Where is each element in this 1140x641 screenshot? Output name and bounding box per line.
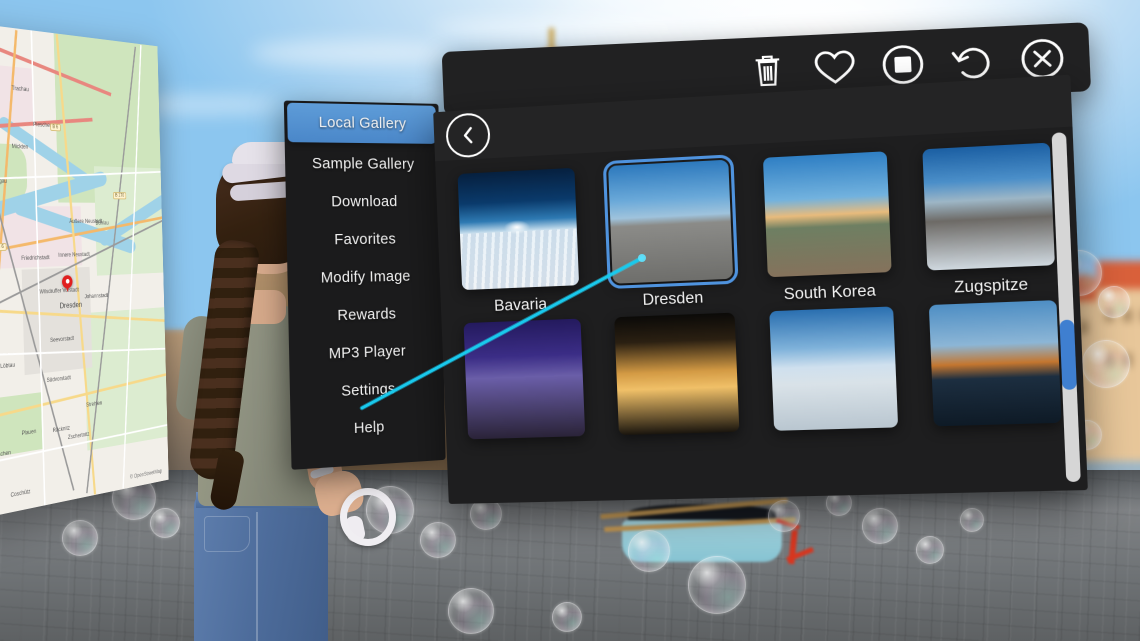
gallery-thumbnail-item[interactable] <box>922 300 1067 427</box>
thumbnail-grid: Bavaria Dresden South Korea Zugspitze <box>452 142 1068 440</box>
thumbnail-image[interactable] <box>921 142 1055 271</box>
thumbnail-caption: Zugspitze <box>953 275 1029 297</box>
thumbnail-overlay <box>769 306 898 430</box>
map-road-shield: B 170 <box>112 192 127 200</box>
thumbnail-caption: Dresden <box>642 289 704 310</box>
sidebar-item-favorites[interactable]: Favorites <box>286 220 441 259</box>
thumbnail-overlay <box>922 143 1055 271</box>
soap-bubble <box>1098 286 1130 318</box>
jeans-seam <box>256 512 258 641</box>
sidebar-item-download[interactable]: Download <box>286 183 441 221</box>
sidebar-item-label: Sample Gallery <box>311 155 415 173</box>
map-road-shield: B 6 <box>50 123 61 132</box>
vr-scene: DresdenCottaLöbtauFriedrichstadtSeevorst… <box>0 0 1140 641</box>
sidebar-item-help[interactable]: Help <box>290 405 445 451</box>
map-panel[interactable]: DresdenCottaLöbtauFriedrichstadtSeevorst… <box>0 20 169 521</box>
trash-icon[interactable] <box>742 45 793 95</box>
chevron-left-icon <box>461 125 476 144</box>
gallery-scrollbar-thumb[interactable] <box>1059 319 1077 390</box>
map-place-label: Übigau <box>0 178 8 185</box>
user-jeans <box>194 492 328 641</box>
map-place-label: Mickten <box>11 144 29 151</box>
thumbnail-overlay <box>457 168 579 290</box>
thumbnail-image[interactable] <box>613 312 739 436</box>
thumbnail-overlay <box>762 151 891 277</box>
soap-bubble <box>916 536 944 564</box>
thumbnail-image[interactable] <box>928 300 1062 427</box>
soap-bubble <box>862 508 898 544</box>
gallery-thumbnail-item[interactable] <box>608 312 745 436</box>
cloud-wisp <box>250 40 450 66</box>
user-pocket <box>204 516 250 552</box>
sidebar-item-label: Rewards <box>337 305 397 324</box>
soap-bubble <box>1082 340 1130 388</box>
gallery-thumbnail-item[interactable]: Dresden <box>602 154 740 311</box>
soap-bubble <box>960 508 984 532</box>
map-place-label: Friedrichstadt <box>21 255 50 262</box>
gallery-panel: Bavaria Dresden South Korea Zugspitze <box>433 74 1088 504</box>
thumbnail-image[interactable] <box>768 306 898 431</box>
sidebar-item-label: Settings <box>341 380 396 400</box>
heart-icon[interactable] <box>809 42 861 92</box>
gallery-thumbnail-item[interactable] <box>763 306 904 431</box>
gallery-thumbnail-item[interactable]: Zugspitze <box>916 142 1062 299</box>
soap-bubble <box>688 556 746 614</box>
thumbnail-overlay <box>463 319 585 440</box>
sidebar-item-local-gallery[interactable]: Local Gallery <box>286 102 437 144</box>
stop-square-icon[interactable] <box>876 39 929 90</box>
thumbnail-image[interactable] <box>762 151 892 278</box>
soap-bubble <box>628 530 670 572</box>
soap-bubble <box>448 588 494 634</box>
gallery-thumbnail-item[interactable] <box>458 318 591 440</box>
sidebar-item-modify-image[interactable]: Modify Image <box>287 257 442 298</box>
sidebar-item-label: Modify Image <box>320 268 411 287</box>
map-place-label: Bühlau <box>95 220 109 227</box>
thumbnail-caption: Bavaria <box>493 295 548 315</box>
sidebar-item-label: Local Gallery <box>318 114 407 133</box>
soap-bubble <box>768 500 800 532</box>
gallery-thumbnail-item[interactable]: Bavaria <box>452 167 586 318</box>
gallery-thumbnail-item[interactable]: South Korea <box>757 151 899 305</box>
map-park <box>0 392 43 459</box>
thumbnail-image[interactable] <box>602 154 738 290</box>
map-place-label: Innere Neustadt <box>58 252 90 259</box>
sidebar-item-label: Download <box>331 193 398 210</box>
soap-bubble <box>420 522 456 558</box>
thumbnail-image[interactable] <box>463 318 585 440</box>
thumbnail-overlay <box>608 160 733 284</box>
thumbnail-caption: South Korea <box>783 282 877 304</box>
thumbnail-overlay <box>614 313 739 436</box>
thumbnail-overlay <box>928 300 1061 426</box>
sidebar-item-label: MP3 Player <box>328 342 407 363</box>
gallery-sidebar: Local Gallery Sample Gallery Download Favor… <box>283 100 446 470</box>
soap-bubble <box>552 602 582 632</box>
back-button[interactable] <box>445 111 491 159</box>
vr-controller-ring[interactable] <box>340 488 396 546</box>
map-road-shield: B 6 <box>0 243 7 252</box>
gallery-body: Bavaria Dresden South Korea Zugspitze <box>435 127 1088 504</box>
sidebar-item-label: Help <box>353 418 385 437</box>
thumbnail-image[interactable] <box>457 167 579 291</box>
sidebar-item-label: Favorites <box>334 230 397 248</box>
sidebar-item-rewards[interactable]: Rewards <box>288 294 443 336</box>
map-place-label: Dresden <box>59 300 83 311</box>
soap-bubble <box>62 520 98 556</box>
sidebar-item-sample-gallery[interactable]: Sample Gallery <box>285 144 440 183</box>
